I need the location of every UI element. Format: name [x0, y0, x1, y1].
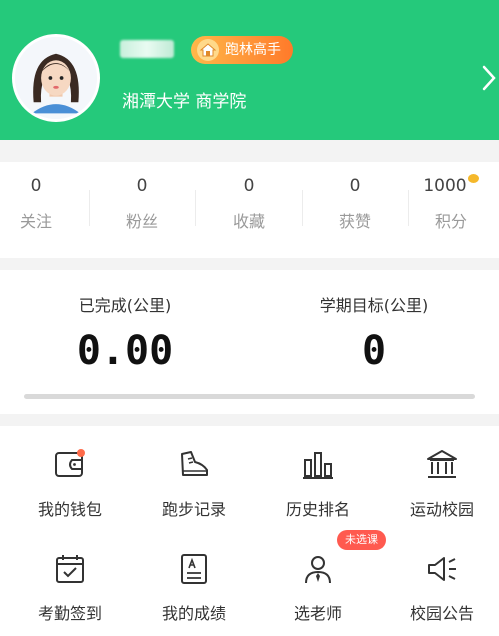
- grade-document-icon: [181, 554, 207, 584]
- stats-row: 0 关注 0 粉丝 0 收藏 0 获赞 1000 积分: [0, 162, 499, 258]
- divider: [195, 190, 196, 226]
- function-grid: 我的钱包 跑步记录 历史排名 运动校园 考勤签到 我的成绩 选老师 校园公告 未…: [0, 426, 499, 636]
- distance-panel: 已完成(公里) 0.00 学期目标(公里) 0: [0, 270, 499, 414]
- teacher-icon: [305, 556, 331, 584]
- avatar[interactable]: [12, 34, 100, 122]
- divider: [302, 190, 303, 226]
- menu-label: 跑步记录: [161, 500, 226, 519]
- school-name: 湘潭大学 商学院: [122, 92, 247, 112]
- announcement-icon: [428, 557, 456, 581]
- user-name-blurred: [120, 40, 174, 58]
- menu-sports-campus[interactable]: 运动校园: [380, 432, 499, 532]
- stat-label: 关注: [19, 212, 52, 231]
- stat-follow[interactable]: 0 关注: [0, 162, 86, 258]
- stat-label: 获赞: [338, 212, 371, 231]
- progress-bar: [24, 394, 475, 399]
- menu-label: 考勤签到: [37, 604, 102, 623]
- badge-label: 跑林高手: [225, 42, 281, 58]
- menu-label: 校园公告: [409, 604, 474, 623]
- not-selected-badge: 未选课: [337, 530, 386, 550]
- stat-label: 粉丝: [125, 212, 158, 231]
- campus-building-icon: [427, 450, 457, 478]
- menu-history-ranking[interactable]: 历史排名: [256, 432, 380, 532]
- points-value: 1000: [423, 176, 467, 196]
- wallet-icon: [55, 449, 85, 477]
- avatar-illustration: [15, 37, 97, 119]
- menu-wallet[interactable]: 我的钱包: [8, 432, 132, 532]
- stat-value: 0: [243, 176, 255, 196]
- completed-value: 0.00: [76, 328, 174, 374]
- completed-label: 已完成(公里): [78, 296, 172, 315]
- menu-label: 历史排名: [285, 500, 350, 519]
- level-badge: 跑林高手: [191, 36, 293, 64]
- profile-header[interactable]: 跑林高手 湘潭大学 商学院: [0, 0, 499, 140]
- stat-points[interactable]: 1000 积分: [401, 162, 499, 258]
- stat-value: 0: [30, 176, 42, 196]
- menu-label: 选老师: [293, 604, 342, 623]
- menu-run-records[interactable]: 跑步记录: [132, 432, 256, 532]
- menu-choose-teacher[interactable]: 选老师: [256, 536, 380, 636]
- coin-icon: [467, 174, 479, 183]
- bar-chart-icon: [303, 452, 333, 479]
- stat-favorites[interactable]: 0 收藏: [199, 162, 299, 258]
- goal-label: 学期目标(公里): [319, 296, 429, 315]
- stat-likes[interactable]: 0 获赞: [305, 162, 405, 258]
- divider: [89, 190, 90, 226]
- menu-label: 我的成绩: [161, 604, 226, 623]
- calendar-check-icon: [56, 555, 84, 583]
- stat-value: 1000: [401, 174, 499, 196]
- stat-label: 收藏: [232, 212, 265, 231]
- stat-value: 0: [349, 176, 361, 196]
- menu-attendance[interactable]: 考勤签到: [8, 536, 132, 636]
- stat-value: 0: [136, 176, 148, 196]
- chevron-right-icon[interactable]: [481, 64, 497, 92]
- menu-announcements[interactable]: 校园公告: [380, 536, 499, 636]
- menu-my-grades[interactable]: 我的成绩: [132, 536, 256, 636]
- stat-label: 积分: [434, 212, 467, 231]
- menu-label: 我的钱包: [37, 500, 102, 519]
- stat-fans[interactable]: 0 粉丝: [92, 162, 192, 258]
- badge-house-icon: [197, 39, 219, 61]
- menu-label: 运动校园: [409, 500, 474, 519]
- goal-value: 0: [361, 328, 387, 374]
- shoe-icon: [181, 451, 208, 476]
